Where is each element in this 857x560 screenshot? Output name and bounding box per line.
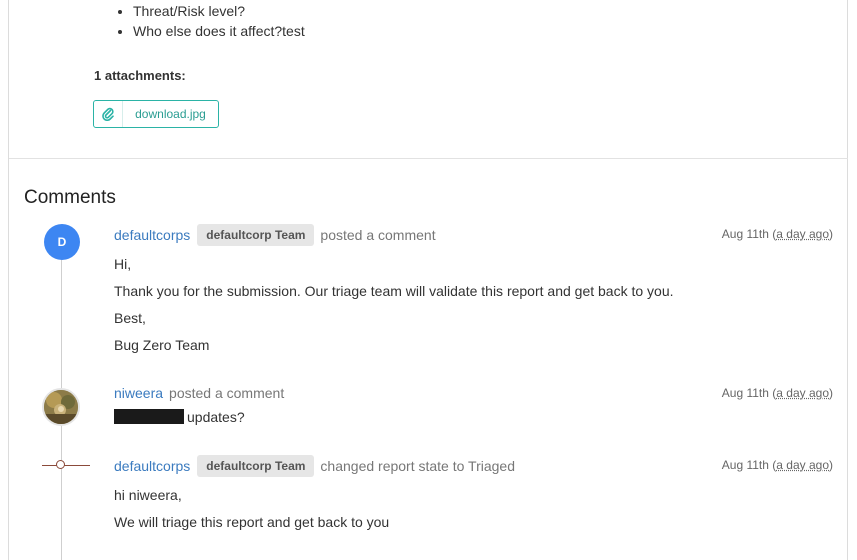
comment-text: Best, bbox=[114, 310, 146, 326]
comment-timestamp: Aug 11th (a day ago) bbox=[721, 386, 833, 400]
section-divider bbox=[9, 158, 848, 159]
relative-time: a day ago bbox=[776, 227, 829, 241]
comment-text: hi niweera, bbox=[114, 487, 182, 503]
attachment-file-name: download.jpg bbox=[135, 107, 206, 121]
comment-author-link[interactable]: defaultcorps bbox=[114, 458, 190, 474]
event-connector bbox=[42, 465, 90, 466]
list-item: Who else does it affect?test bbox=[133, 21, 305, 41]
comment-timestamp: Aug 11th (a day ago) bbox=[721, 458, 833, 472]
comment-author-link[interactable]: defaultcorps bbox=[114, 227, 190, 243]
attachment-download-button[interactable]: download.jpg bbox=[93, 100, 219, 128]
comment-text: updates? bbox=[114, 409, 245, 425]
comment-header: defaultcorps defaultcorp Team changed re… bbox=[114, 455, 515, 477]
comment-author-link[interactable]: niweera bbox=[114, 385, 163, 401]
avatar[interactable] bbox=[42, 388, 80, 426]
redacted-block bbox=[114, 409, 184, 424]
description-list: Threat/Risk level? Who else does it affe… bbox=[113, 1, 305, 41]
avatar[interactable]: D bbox=[44, 224, 80, 260]
comment-timestamp: Aug 11th (a day ago) bbox=[721, 227, 833, 241]
comment-action: posted a comment bbox=[320, 227, 436, 243]
comment-header: niweera posted a comment bbox=[114, 385, 284, 401]
comment-text: Bug Zero Team bbox=[114, 337, 210, 353]
relative-time: a day ago bbox=[776, 386, 829, 400]
comment-text: Hi, bbox=[114, 256, 132, 272]
team-badge: defaultcorp Team bbox=[197, 455, 315, 477]
paperclip-icon bbox=[94, 101, 123, 127]
state-change-icon bbox=[56, 460, 65, 469]
list-item: Threat/Risk level? bbox=[133, 1, 305, 21]
attachments-title: 1 attachments: bbox=[94, 68, 186, 83]
relative-time: a day ago bbox=[776, 458, 829, 472]
comment-action: posted a comment bbox=[169, 385, 285, 401]
comment-header: defaultcorps defaultcorp Team posted a c… bbox=[114, 224, 436, 246]
comment-text: We will triage this report and get back … bbox=[114, 514, 390, 530]
comment-action: changed report state to Triaged bbox=[320, 458, 515, 474]
comments-heading: Comments bbox=[24, 187, 116, 208]
team-badge: defaultcorp Team bbox=[197, 224, 315, 246]
comment-text: Thank you for the submission. Our triage… bbox=[114, 283, 674, 299]
